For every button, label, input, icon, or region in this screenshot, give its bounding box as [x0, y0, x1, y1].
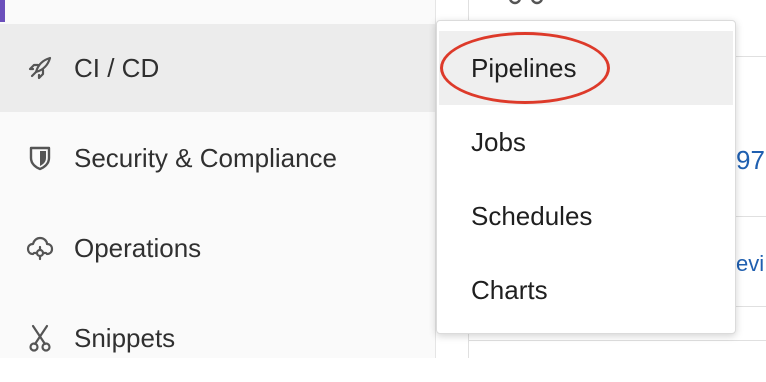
dots-icon: [507, 0, 547, 15]
sidebar-item-operations[interactable]: Operations: [0, 204, 435, 292]
sidebar-active-indicator: [0, 0, 5, 22]
sidebar-item-label: Snippets: [74, 322, 176, 353]
scissors-icon: [26, 324, 54, 352]
submenu-item-label: Schedules: [471, 200, 593, 231]
sidebar-item-security-compliance[interactable]: Security & Compliance: [0, 114, 435, 202]
sidebar-item-label: Security & Compliance: [74, 142, 337, 173]
sidebar-item-ci-cd[interactable]: CI / CD: [0, 24, 435, 112]
partial-link[interactable]: 978: [736, 145, 766, 176]
submenu-item-label: Jobs: [471, 126, 526, 157]
partial-link[interactable]: evi: [736, 251, 766, 277]
sidebar-item-snippets[interactable]: Snippets: [0, 294, 435, 382]
submenu-item-schedules[interactable]: Schedules: [439, 179, 733, 253]
divider: [468, 340, 766, 341]
submenu-item-label: Pipelines: [471, 52, 577, 83]
sidebar: CI / CD Security & Compliance Operations: [0, 0, 436, 358]
shield-icon: [26, 144, 54, 172]
submenu-item-pipelines[interactable]: Pipelines: [439, 31, 733, 105]
ci-cd-submenu: Pipelines Jobs Schedules Charts: [436, 20, 736, 334]
rocket-icon: [26, 54, 54, 82]
submenu-item-label: Charts: [471, 274, 548, 305]
submenu-item-charts[interactable]: Charts: [439, 253, 733, 327]
sidebar-item-label: Operations: [74, 232, 202, 263]
sidebar-item-label: CI / CD: [74, 52, 160, 83]
cloud-gear-icon: [26, 234, 54, 262]
submenu-item-jobs[interactable]: Jobs: [439, 105, 733, 179]
